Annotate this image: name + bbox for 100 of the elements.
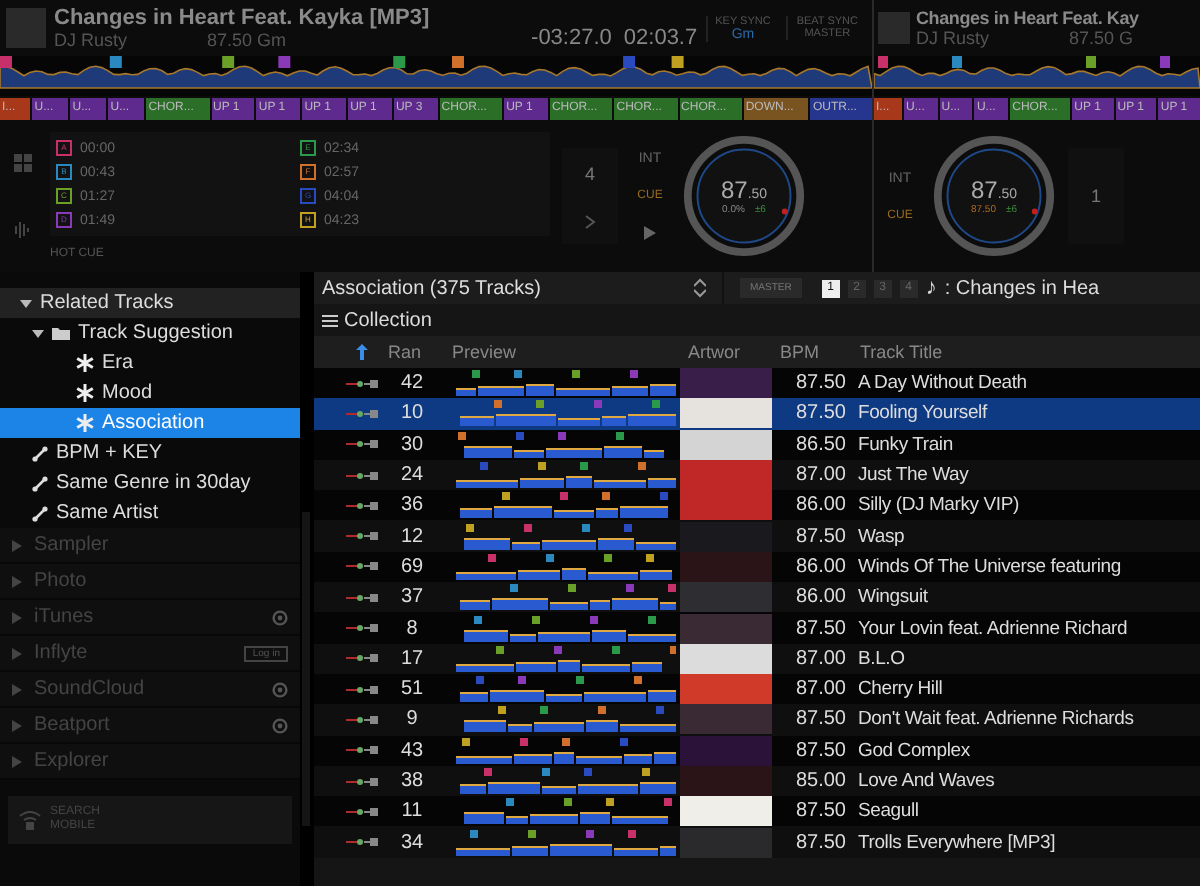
tree-item[interactable]: Era [0,348,300,378]
column-header[interactable]: Preview [444,342,680,362]
track-row[interactable]: 43 87.50 God Complex [314,735,1200,766]
tree-item[interactable]: Related Tracks [0,288,300,318]
rank-cell-text: 11 [399,800,425,823]
track-title-cell-text: Fooling Yourself [856,402,990,425]
cue-marker [671,56,684,68]
artwork-placeholder [680,766,772,796]
rank-cell-text: 51 [398,678,426,701]
track-title: Changes in Heart Feat. Kay [916,8,1139,28]
track-row[interactable]: 34 87.50 Trolls Everywhere [MP3] [314,826,1200,858]
artwork-placeholder [680,490,772,521]
artist-name: DJ Rusty [54,30,128,50]
track-row[interactable]: 30 86.50 Funky Train [314,429,1200,460]
caret-icon [12,647,22,659]
settings-icon[interactable] [272,681,288,697]
column-header[interactable]: BPM [772,342,852,362]
asterisk-icon [76,354,94,372]
track-row[interactable]: 69 86.00 Winds Of The Universe featuring [314,551,1200,583]
column-header[interactable]: Artwor [680,342,772,362]
rank-cell-text: 38 [398,770,426,792]
sort-arrows-icon[interactable] [694,278,706,298]
artwork-placeholder [680,704,772,735]
tree-item[interactable]: Mood [0,378,300,408]
caret-icon [12,575,22,587]
track-title-cell-text: Funky Train [856,433,955,456]
tree-item[interactable]: BPM + KEY [0,438,300,468]
tree-item[interactable]: Track Suggestion [0,318,300,348]
menu-icon[interactable] [322,313,338,327]
bpm-cell-text: 85.00 [793,770,848,792]
chevron-right-icon[interactable] [584,213,596,229]
settings-icon[interactable] [272,609,288,625]
artwork-placeholder [680,582,772,613]
column-header[interactable]: Track Title [852,342,1200,362]
track-row[interactable]: 42 87.50 A Day Without Death [314,368,1200,399]
rank-cell-text: 69 [398,555,426,578]
settings-icon[interactable] [272,717,288,733]
track-title-cell-text: Wingsuit [856,586,930,609]
track-row[interactable]: 12 87.50 Wasp [314,520,1200,552]
track-row[interactable]: 38 85.00 Love And Waves [314,765,1200,797]
cue-marker-icon [345,377,377,390]
track-row[interactable]: 37 86.00 Wingsuit [314,582,1200,613]
artwork-placeholder [680,674,772,705]
artwork-placeholder [680,460,772,491]
sort-up-icon[interactable] [355,344,367,360]
jog-wheel-drawing[interactable] [932,134,1056,258]
cue-marker-icon [345,499,377,512]
artwork-placeholder [680,368,772,399]
grid-icon[interactable] [13,153,31,171]
column-header[interactable]: Ran [380,342,444,362]
track-title-cell-text: Don't Wait feat. Adrienne Richards [856,708,1136,731]
rank-cell-text: 9 [404,708,420,731]
track-title-cell-text: Just The Way [856,464,971,487]
track-row[interactable]: 11 87.50 Seagull [314,796,1200,827]
cue-marker [0,56,12,68]
cue-marker-icon [345,530,377,543]
bpm-cell-text: 87.50 [793,617,848,640]
bpm-cell-text: 86.00 [793,586,848,609]
tree-item[interactable]: Same Artist [0,498,300,528]
track-row[interactable]: 51 87.00 Cherry Hill [314,673,1200,705]
jog-wheel-drawing[interactable] [682,134,806,258]
caret-icon [12,755,22,767]
waveform-icon[interactable] [13,219,31,239]
rank-cell-text: 30 [398,433,426,456]
bpm-key-readout: 87.50 Gm [207,30,287,50]
rank-cell-text: 8 [404,617,420,640]
track-title-cell-text: Wasp [856,525,907,548]
track-row[interactable]: 17 87.00 B.L.O [314,643,1200,674]
track-row[interactable]: 36 86.00 Silly (DJ Marky VIP) [314,490,1200,521]
artwork-placeholder [680,827,772,858]
track-row[interactable]: 8 87.50 Your Lovin feat. Adrienne Richard [314,612,1200,644]
collection-label: Collection [344,309,432,331]
track-row[interactable]: 24 87.00 Just The Way [314,459,1200,491]
track-row[interactable]: 9 87.50 Don't Wait feat. Adrienne Richards [314,704,1200,736]
bpm-cell-text: 87.00 [793,678,848,701]
tree-item[interactable]: Association [0,408,300,438]
artwork-placeholder [680,551,772,582]
artwork-placeholder [878,12,910,44]
play-icon[interactable] [644,226,656,240]
link-icon [32,445,48,461]
bpm-cell-text: 86.00 [793,555,848,578]
cue-marker-icon [345,407,377,420]
track-title-cell-text: Seagull [856,800,921,823]
artist-name: DJ Rusty [916,28,990,48]
tree-item[interactable]: Same Genre in 30day [0,468,300,498]
track-title-cell-text: A Day Without Death [856,372,1029,395]
rank-cell-text: 42 [398,372,426,395]
cue-marker [393,56,406,68]
artwork-placeholder [680,643,772,674]
caret-icon [12,719,22,731]
rank-cell-text: 10 [398,402,426,425]
bpm-cell-text: 87.50 [793,739,848,762]
cue-marker [623,56,636,68]
bpm-key-readout: 87.50 G [1069,28,1134,48]
rank-cell-text: 37 [398,586,426,609]
cue-marker-icon [345,683,377,696]
cue-marker [278,56,291,68]
track-row[interactable]: 10 87.50 Fooling Yourself [314,398,1200,430]
artwork-placeholder [680,521,772,552]
cue-marker-icon [345,744,377,757]
